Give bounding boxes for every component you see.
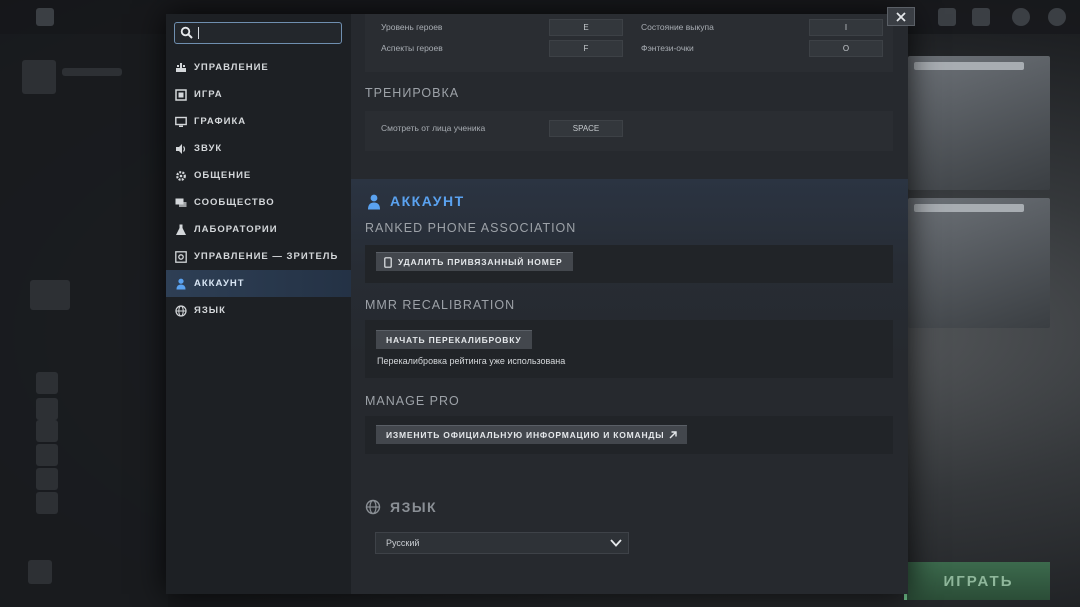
game-window-icon <box>175 88 187 101</box>
keybind-label: Аспекты героев <box>381 43 443 53</box>
sidebar-item-label: ЛАБОРАТОРИИ <box>194 224 278 235</box>
edit-pro-info-button-label: ИЗМЕНИТЬ ОФИЦИАЛЬНУЮ ИНФОРМАЦИЮ И КОМАНД… <box>386 430 665 440</box>
sidebar-item-game[interactable]: ИГРА <box>166 81 351 108</box>
sidebar-item-graphics[interactable]: ГРАФИКА <box>166 108 351 135</box>
keybind-row: Фэнтези-очки O <box>641 40 885 57</box>
background-top-icon <box>1048 8 1066 26</box>
background-top-icon <box>938 8 956 26</box>
mmr-panel <box>365 320 893 378</box>
sidebar-item-controls[interactable]: УПРАВЛЕНИЕ <box>166 54 351 81</box>
section-title-language: ЯЗЫК <box>390 499 438 515</box>
language-select-value: Русский <box>386 538 420 548</box>
background-top-icon <box>36 8 54 26</box>
sidebar-item-label: УПРАВЛЕНИЕ <box>194 62 269 73</box>
background-blob <box>36 444 58 466</box>
sidebar-item-label: УПРАВЛЕНИЕ — ЗРИТЕЛЬ <box>194 251 339 262</box>
gamepad-icon <box>175 62 187 74</box>
background-news-card <box>908 56 1050 190</box>
background-blob <box>36 420 58 442</box>
background-blob <box>36 468 58 490</box>
background-news-card <box>908 198 1050 328</box>
section-title-ranked-phone: RANKED PHONE ASSOCIATION <box>365 221 577 235</box>
spectator-icon <box>175 250 187 263</box>
recalibration-note: Перекалибровка рейтинга уже использована <box>377 356 566 366</box>
close-icon <box>896 11 906 22</box>
speaker-icon <box>175 143 187 155</box>
keybind-key[interactable]: F <box>549 40 623 57</box>
user-icon <box>368 194 380 210</box>
sidebar-item-account[interactable]: АККАУНТ <box>166 270 351 297</box>
search-icon <box>180 26 193 39</box>
text-caret <box>198 27 199 39</box>
remove-phone-button[interactable]: УДАЛИТЬ ПРИВЯЗАННЫЙ НОМЕР <box>376 252 573 271</box>
settings-content: Уровень героев E Состояние выкупа I Аспе… <box>351 14 908 594</box>
background-blob <box>36 372 58 394</box>
section-title-account: АККАУНТ <box>390 193 465 209</box>
section-title-mmr: MMR RECALIBRATION <box>365 298 516 312</box>
sidebar-item-label: ЗВУК <box>194 143 223 154</box>
start-recalibration-button[interactable]: НАЧАТЬ ПЕРЕКАЛИБРОВКУ <box>376 330 532 349</box>
background-top-icon <box>972 8 990 26</box>
keybind-row: Аспекты героев F <box>381 40 625 57</box>
play-button[interactable]: ИГРАТЬ <box>904 562 1050 600</box>
keybind-key[interactable]: I <box>809 19 883 36</box>
keybind-label: Уровень героев <box>381 22 443 32</box>
keybind-label: Состояние выкупа <box>641 22 714 32</box>
background-friends-panel <box>0 34 168 607</box>
edit-pro-info-button[interactable]: ИЗМЕНИТЬ ОФИЦИАЛЬНУЮ ИНФОРМАЦИЮ И КОМАНД… <box>376 425 688 444</box>
globe-icon <box>365 499 381 515</box>
gear-icon <box>175 170 187 182</box>
remove-phone-button-label: УДАЛИТЬ ПРИВЯЗАННЫЙ НОМЕР <box>398 257 563 267</box>
keybind-label: Фэнтези-очки <box>641 43 694 53</box>
section-title-manage-pro: MANAGE PRO <box>365 394 460 408</box>
keybind-key[interactable]: O <box>809 40 883 57</box>
keybind-label: Смотреть от лица ученика <box>381 123 486 133</box>
keybind-row: Состояние выкупа I <box>641 19 885 36</box>
search-input[interactable] <box>174 22 342 44</box>
language-select[interactable]: Русский <box>375 532 629 554</box>
globe-icon <box>175 304 187 317</box>
background-avatar <box>22 60 56 94</box>
settings-sidebar: УПРАВЛЕНИЕ ИГРА ГРАФИКА ЗВУК ОБЩЕНИЕ СОО… <box>166 14 351 594</box>
sidebar-item-label: ГРАФИКА <box>194 116 247 127</box>
sidebar-item-spectator-controls[interactable]: УПРАВЛЕНИЕ — ЗРИТЕЛЬ <box>166 243 351 270</box>
background-line <box>62 68 122 76</box>
sidebar-item-label: ИГРА <box>194 89 223 100</box>
sidebar-item-language[interactable]: ЯЗЫК <box>166 297 351 324</box>
settings-modal: УПРАВЛЕНИЕ ИГРА ГРАФИКА ЗВУК ОБЩЕНИЕ СОО… <box>166 14 908 594</box>
keybind-key[interactable]: SPACE <box>549 120 623 137</box>
keybind-key[interactable]: E <box>549 19 623 36</box>
sidebar-item-labs[interactable]: ЛАБОРАТОРИИ <box>166 216 351 243</box>
monitor-icon <box>175 116 187 128</box>
sidebar-item-social[interactable]: ОБЩЕНИЕ <box>166 162 351 189</box>
background-blob <box>28 560 52 584</box>
background-blob <box>36 492 58 514</box>
start-recalibration-button-label: НАЧАТЬ ПЕРЕКАЛИБРОВКУ <box>386 335 522 345</box>
user-icon <box>175 278 187 290</box>
background-blob <box>36 398 58 420</box>
external-link-icon <box>669 431 678 439</box>
sidebar-item-label: ЯЗЫК <box>194 305 226 316</box>
keybind-row: Смотреть от лица ученика SPACE <box>381 120 625 137</box>
background-top-icon <box>1012 8 1030 26</box>
sidebar-item-label: ОБЩЕНИЕ <box>194 170 252 181</box>
sidebar-item-sound[interactable]: ЗВУК <box>166 135 351 162</box>
chat-icon <box>175 197 187 209</box>
sidebar-item-label: СООБЩЕСТВО <box>194 197 275 208</box>
chevron-down-icon <box>610 539 622 547</box>
keybind-row: Уровень героев E <box>381 19 625 36</box>
flask-icon <box>175 224 187 236</box>
sidebar-item-community[interactable]: СООБЩЕСТВО <box>166 189 351 216</box>
close-button[interactable] <box>887 7 915 26</box>
sidebar-item-label: АККАУНТ <box>194 278 245 289</box>
section-title-training: ТРЕНИРОВКА <box>365 86 460 100</box>
background-blob <box>30 280 70 310</box>
phone-icon <box>384 256 392 268</box>
